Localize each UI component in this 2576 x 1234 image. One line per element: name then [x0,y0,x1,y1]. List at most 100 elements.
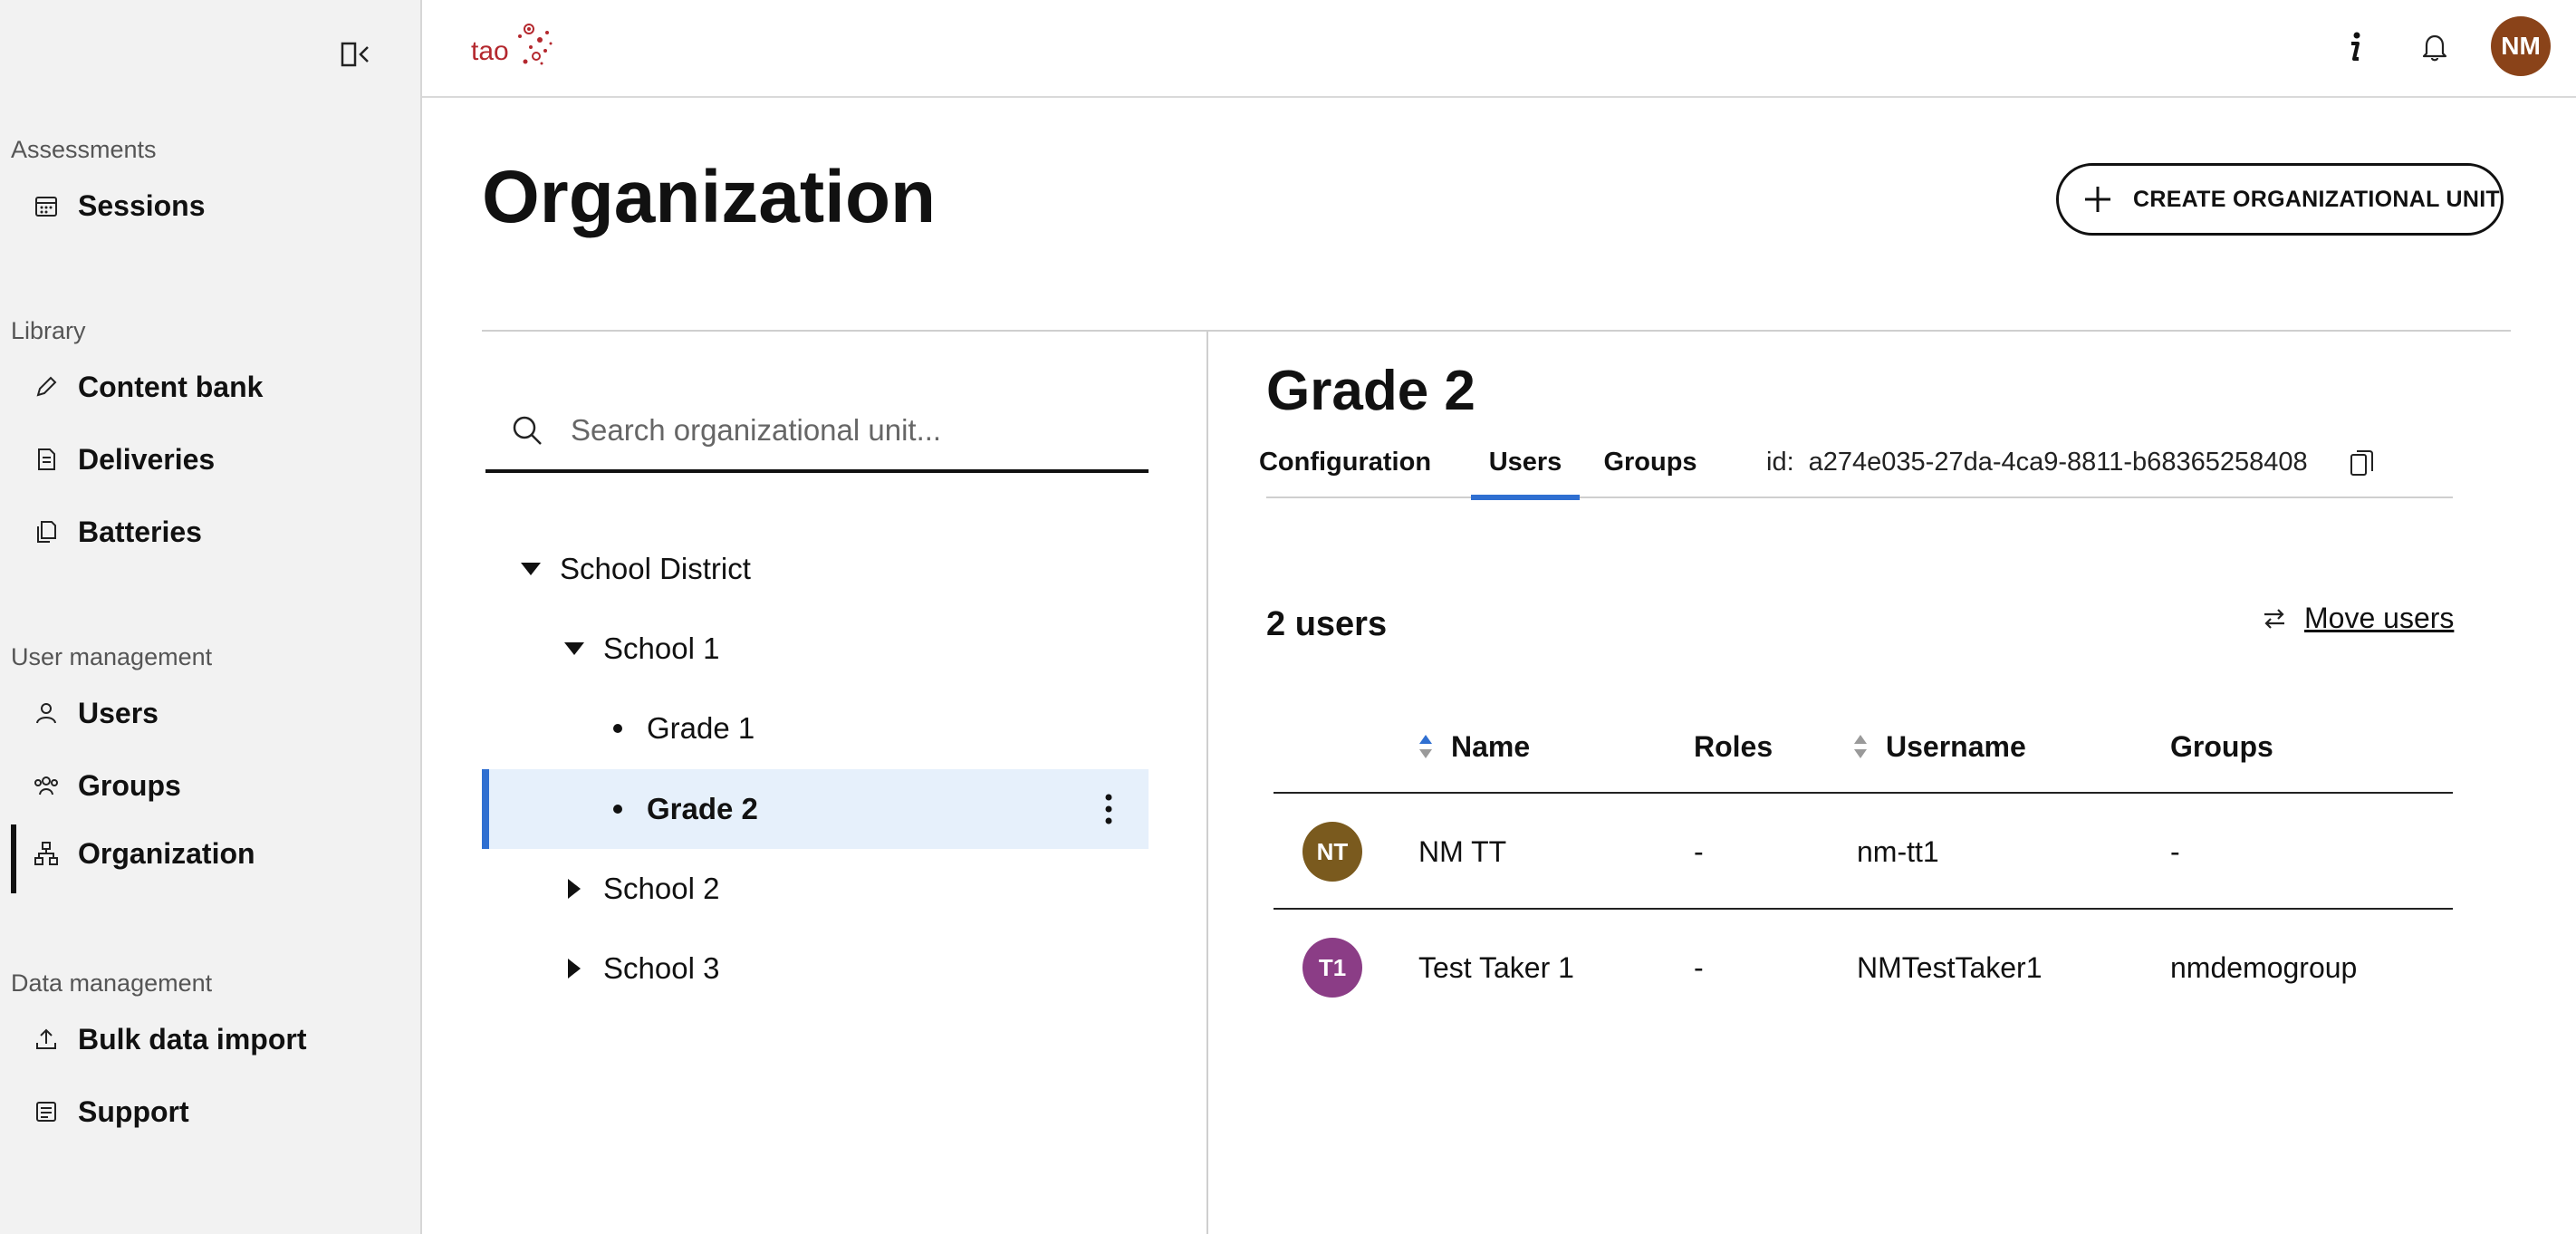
sidebar-item-batteries[interactable]: Batteries [0,503,420,561]
sidebar-item-label: Organization [78,836,255,870]
tree-node-grade-2[interactable]: Grade 2 [482,769,1149,849]
column-label: Username [1886,729,2026,763]
table-row[interactable]: NT NM TT - nm-tt1 - [1274,794,2453,910]
section-label-library: Library [11,317,86,344]
tree-node-label: School 1 [603,631,720,665]
groups-cell: - [2170,834,2180,868]
table-row[interactable]: T1 Test Taker 1 - NMTestTaker1 nmdemogro… [1274,910,2453,1026]
panel-divider [1206,332,1208,1234]
copy-icon[interactable] [2350,448,2375,478]
sidebar-item-groups[interactable]: Groups [0,757,420,815]
files-icon [33,518,60,545]
user-count: 2 users [1266,605,1388,643]
tree-node-grade-1[interactable]: Grade 1 [482,689,1149,768]
sidebar-item-label: Sessions [78,188,206,222]
username-cell: nm-tt1 [1857,834,1939,868]
create-organizational-unit-button[interactable]: CREATE ORGANIZATIONAL UNIT [2056,163,2504,236]
section-label-user-management: User management [11,643,213,670]
sort-ascending-icon[interactable] [1418,731,1433,762]
search-field[interactable] [485,391,1149,473]
search-input[interactable] [571,413,1114,448]
logo-text: tao [471,36,509,66]
pencil-icon [33,373,60,400]
upload-icon [33,1026,60,1053]
column-header-roles: Roles [1694,729,1773,763]
calendar-icon [33,192,60,219]
sort-icon[interactable] [1853,731,1868,762]
sidebar-item-label: Batteries [78,515,202,548]
info-icon[interactable] [2331,24,2379,71]
caret-right-icon[interactable] [562,876,587,901]
sidebar-item-users[interactable]: Users [0,684,420,742]
unit-id-value: a274e035-27da-4ca9-8811-b68365258408 [1808,447,2308,477]
column-label: Name [1451,729,1531,763]
hierarchy-icon [33,840,60,867]
column-header-name[interactable]: Name [1418,699,1530,794]
divider [482,330,2511,332]
sidebar-item-label: Groups [78,768,181,802]
sidebar-item-organization[interactable]: Organization [0,824,420,893]
sidebar-item-label: Support [78,1094,189,1128]
page-title: Organization [482,156,937,238]
search-icon [511,414,543,447]
user-icon [33,699,60,727]
sidebar: Assessments Sessions Library Content ban… [0,0,422,1234]
caret-down-icon[interactable] [518,556,543,582]
plus-icon [2082,184,2113,215]
unit-id: id: a274e035-27da-4ca9-8811-b68365258408 [1766,426,2308,498]
tab-users[interactable]: Users [1471,426,1580,500]
roles-cell: - [1694,834,1704,868]
groups-cell: nmdemogroup [2170,950,2358,984]
users-table: Name Roles Username Groups NT NM TT - nm… [1274,699,2453,1026]
tao-logo[interactable]: tao [469,20,556,74]
sidebar-item-label: Content bank [78,370,264,403]
document-icon [33,446,60,473]
sidebar-item-support[interactable]: Support [0,1083,420,1141]
caret-right-icon[interactable] [562,956,587,981]
section-label-assessments: Assessments [11,136,157,163]
tree-node-school-1[interactable]: School 1 [482,609,1149,689]
top-bar: tao NM [422,0,2576,98]
collapse-sidebar-icon[interactable] [339,40,373,69]
avatar-cell: T1 [1302,910,1362,1026]
tab-configuration[interactable]: Configuration [1259,426,1431,498]
column-header-groups: Groups [2170,729,2273,763]
tab-groups[interactable]: Groups [1598,426,1703,498]
bullet-icon [613,805,622,814]
create-button-label: CREATE ORGANIZATIONAL UNIT [2133,186,2501,212]
support-icon [33,1098,60,1125]
tree-node-school-3[interactable]: School 3 [482,929,1149,1008]
tree-node-label: School 2 [603,872,720,905]
tree-node-label: Grade 2 [647,792,758,825]
tree-node-school-district[interactable]: School District [482,529,1149,609]
sidebar-item-sessions[interactable]: Sessions [0,177,420,235]
more-options-icon[interactable] [1103,793,1114,825]
unit-id-label: id: [1766,447,1794,477]
roles-cell: - [1694,950,1704,984]
name-cell: NM TT [1418,834,1507,868]
sidebar-item-bulk-data-import[interactable]: Bulk data import [0,1010,420,1068]
user-avatar: T1 [1302,938,1362,998]
sidebar-item-content-bank[interactable]: Content bank [0,358,420,416]
sidebar-item-label: Deliveries [78,442,216,476]
tree-node-label: Grade 1 [647,711,755,745]
sidebar-item-label: Users [78,696,159,729]
move-users-link[interactable]: Move users [2261,602,2454,635]
user-avatar: NT [1302,822,1362,882]
table-header: Name Roles Username Groups [1274,699,2453,794]
username-cell: NMTestTaker1 [1857,950,2043,984]
sidebar-item-deliveries[interactable]: Deliveries [0,430,420,488]
sidebar-item-label: Bulk data import [78,1022,307,1056]
section-label-data-management: Data management [11,969,213,997]
move-users-label: Move users [2304,602,2455,634]
unit-title: Grade 2 [1266,360,1475,422]
tree-node-school-2[interactable]: School 2 [482,849,1149,929]
swap-arrows-icon [2261,605,2288,632]
tree-node-label: School 3 [603,951,720,985]
bell-icon[interactable] [2411,24,2458,71]
user-avatar[interactable]: NM [2491,16,2551,76]
caret-down-icon[interactable] [562,636,587,661]
group-icon [33,772,60,799]
avatar-cell: NT [1302,794,1362,910]
column-header-username[interactable]: Username [1853,699,2026,794]
